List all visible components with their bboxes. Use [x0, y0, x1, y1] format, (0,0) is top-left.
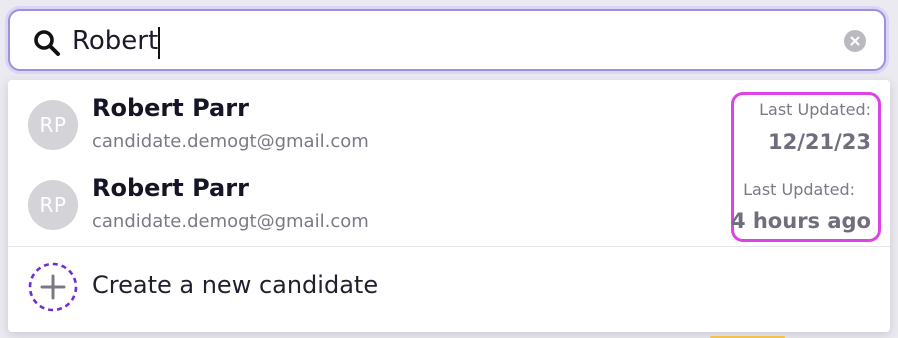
last-updated-value: 4 hours ago	[730, 209, 871, 233]
candidate-email: candidate.demogt@gmail.com	[92, 211, 369, 232]
search-icon	[34, 30, 60, 56]
avatar: RP	[28, 100, 78, 150]
search-bar[interactable]	[8, 9, 886, 71]
last-updated-label: Last Updated:	[759, 100, 871, 119]
last-updated-value: 12/21/23	[767, 130, 871, 154]
clear-icon	[850, 36, 860, 46]
avatar: RP	[28, 180, 78, 230]
candidate-name: Robert Parr	[92, 174, 249, 202]
plus-icon	[28, 262, 78, 312]
search-results-dropdown: RP Robert Parr candidate.demogt@gmail.co…	[8, 80, 890, 332]
candidate-name: Robert Parr	[92, 94, 249, 122]
candidate-email: candidate.demogt@gmail.com	[92, 131, 369, 152]
candidate-search-page: RP Robert Parr candidate.demogt@gmail.co…	[0, 0, 898, 338]
text-caret	[158, 27, 160, 59]
search-input[interactable]	[72, 19, 832, 63]
clear-search-button[interactable]	[844, 30, 866, 52]
last-updated-label: Last Updated:	[743, 180, 855, 199]
create-candidate-button[interactable]: Create a new candidate	[8, 247, 890, 332]
create-candidate-label: Create a new candidate	[92, 271, 379, 299]
